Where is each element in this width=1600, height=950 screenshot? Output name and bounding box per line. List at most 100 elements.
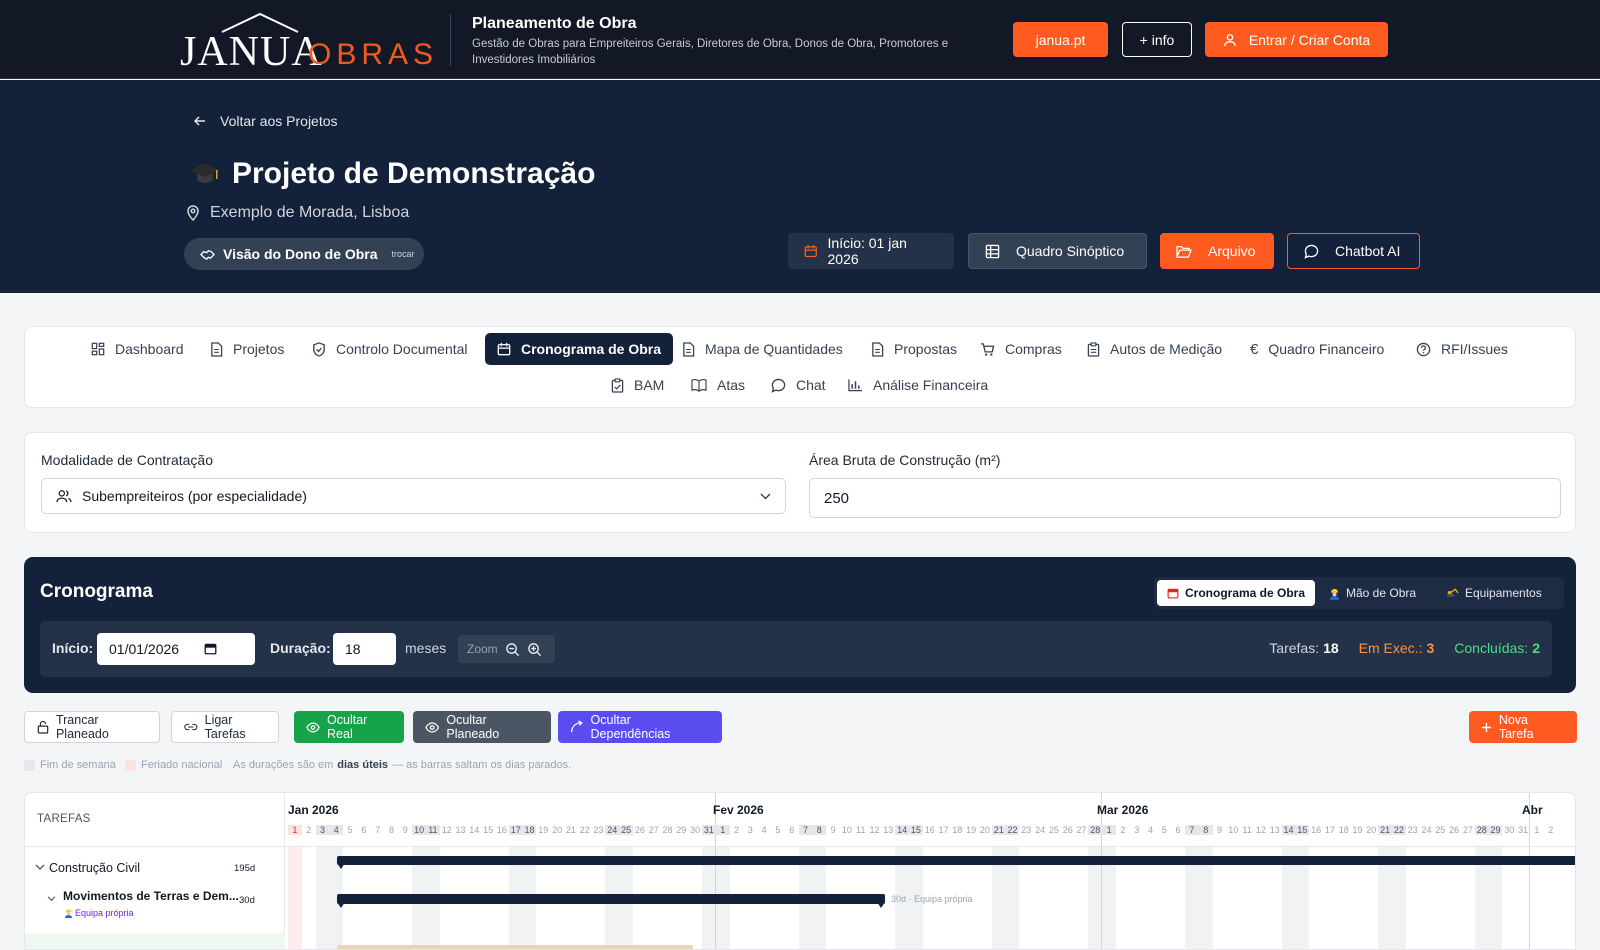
gantt-row-movimentos-terras[interactable]: Movimentos de Terras e Dem... Equipa pró… bbox=[45, 883, 293, 927]
ocultar-real-button[interactable]: Ocultar Real bbox=[294, 711, 404, 743]
ocultar-planeado-label: Ocultar Planeado bbox=[446, 713, 500, 741]
owner-view-toggle[interactable]: Visão do Dono de Obra trocar bbox=[184, 238, 424, 270]
duration-input[interactable]: 18 bbox=[333, 633, 396, 665]
tab-label: Propostas bbox=[894, 341, 958, 357]
task-name: Movimentos de Terras e Dem... bbox=[63, 889, 239, 903]
ocultar-dependencias-button[interactable]: Ocultar Dependências bbox=[558, 711, 722, 743]
tab-label: Controlo Documental bbox=[336, 341, 468, 357]
trancar-label: Trancar Planeado bbox=[55, 713, 109, 741]
tab-propostas[interactable]: Propostas bbox=[859, 333, 969, 365]
modalidade-select[interactable]: Subempreiteiros (por especialidade) bbox=[41, 478, 786, 514]
info-button[interactable]: + info bbox=[1122, 22, 1192, 57]
project-title: Projeto de Demonstração bbox=[190, 157, 595, 191]
tab-controlo-documental[interactable]: Controlo Documental bbox=[300, 333, 480, 365]
day-number: 25 bbox=[619, 825, 633, 835]
day-number: 7 bbox=[1185, 825, 1199, 835]
chat-bubble-icon bbox=[1304, 244, 1319, 259]
legend-weekend: Fim de semana bbox=[24, 759, 116, 771]
day-number: 11 bbox=[856, 825, 866, 835]
cronograma-view-switch: Cronograma de Obra Mão de Obra Equipamen… bbox=[1154, 577, 1564, 609]
day-number: 2 bbox=[1120, 825, 1126, 835]
tab-mapa-de-quantidades[interactable]: Mapa de Quantidades bbox=[670, 333, 855, 365]
start-date-chip: Início: 01 jan 2026 bbox=[788, 233, 954, 269]
bar-label: 30d · Equipa própria bbox=[891, 894, 973, 904]
folder-open-icon bbox=[1176, 246, 1192, 258]
day-number: 27 bbox=[1076, 825, 1087, 835]
tab-compras[interactable]: Compras bbox=[968, 333, 1074, 365]
view-label: Equipamentos bbox=[1465, 586, 1542, 600]
owner-view-switch[interactable]: trocar bbox=[392, 249, 415, 259]
calendar-icon[interactable] bbox=[204, 642, 217, 655]
legend-note-pre: As durações são em bbox=[233, 759, 334, 771]
map-pin-icon bbox=[187, 205, 199, 221]
chatbot-button[interactable]: Chatbot AI bbox=[1287, 233, 1420, 269]
chevron-down-icon[interactable] bbox=[35, 864, 45, 871]
nova-tarefa-button[interactable]: Nova Tarefa bbox=[1469, 711, 1577, 743]
cronograma-panel: Cronograma Cronograma de Obra Mão de Obr… bbox=[24, 557, 1576, 693]
day-number: 5 bbox=[347, 825, 353, 835]
gantt-row-partial[interactable] bbox=[25, 933, 285, 949]
task-bar[interactable] bbox=[337, 894, 885, 904]
month-label: Fev 2026 bbox=[713, 803, 764, 817]
day-number: 7 bbox=[375, 825, 381, 835]
day-number: 24 bbox=[1035, 825, 1046, 835]
day-number: 18 bbox=[1338, 825, 1349, 835]
ligar-tarefas-button[interactable]: Ligar Tarefas bbox=[171, 711, 279, 743]
quadro-sinoptico-button[interactable]: Quadro Sinóptico bbox=[968, 233, 1147, 269]
day-number: 26 bbox=[1449, 825, 1460, 835]
legend-note: As durações são em dias úteis — as barra… bbox=[233, 759, 571, 771]
handshake-icon bbox=[200, 249, 215, 260]
chevron-down-icon[interactable] bbox=[47, 896, 56, 902]
legend-note-post: — as barras saltam os dias parados. bbox=[392, 759, 572, 771]
back-label: Voltar aos Projetos bbox=[220, 113, 338, 129]
day-number: 11 bbox=[1242, 825, 1252, 835]
start-date-input[interactable]: 01/01/2026 bbox=[97, 633, 255, 665]
login-button[interactable]: Entrar / Criar Conta bbox=[1205, 22, 1388, 57]
day-number: 1 bbox=[715, 825, 730, 835]
day-number: 19 bbox=[1352, 825, 1363, 835]
shield-check-icon bbox=[313, 341, 325, 357]
month-label: Jan 2026 bbox=[288, 803, 339, 817]
area-input[interactable]: 250 bbox=[809, 478, 1561, 518]
tab-analise-financeira[interactable]: Análise Financeira bbox=[836, 369, 1000, 401]
tab-quadro-financeiro[interactable]: € Quadro Financeiro bbox=[1238, 333, 1396, 365]
back-link[interactable]: Voltar aos Projetos bbox=[194, 113, 338, 129]
day-number: 21 bbox=[991, 825, 1006, 835]
tab-chat[interactable]: Chat bbox=[759, 369, 838, 401]
tab-autos-de-medicao[interactable]: Autos de Medição bbox=[1075, 333, 1234, 365]
trancar-planeado-button[interactable]: Trancar Planeado bbox=[24, 711, 160, 743]
tab-atas[interactable]: Atas bbox=[679, 369, 757, 401]
day-number: 11 bbox=[426, 825, 440, 835]
clipboard-icon bbox=[1087, 341, 1100, 357]
tab-bam[interactable]: BAM bbox=[599, 369, 676, 401]
janua-logo[interactable]: JANUA OBRAS bbox=[180, 12, 433, 75]
bar-chart-icon bbox=[848, 379, 863, 392]
tab-rfi-issues[interactable]: RFI/Issues bbox=[1404, 333, 1520, 365]
dependency-arrow-icon bbox=[571, 720, 583, 733]
tab-label: Análise Financeira bbox=[873, 377, 989, 393]
summary-bar[interactable] bbox=[337, 856, 1575, 865]
tab-projetos[interactable]: Projetos bbox=[198, 333, 296, 365]
day-number: 12 bbox=[869, 825, 880, 835]
gantt-chart: 1 2 3 4 5 6 7 8 9 10 11 12 13 14 15 16 17 18 19 20 21 22 23 24 2… bbox=[24, 792, 1576, 950]
view-mao-de-obra[interactable]: Mão de Obra bbox=[1319, 580, 1426, 606]
task-bar-partial[interactable] bbox=[337, 945, 693, 949]
project-title-text: Projeto de Demonstração bbox=[232, 157, 596, 190]
arquivo-button[interactable]: Arquivo bbox=[1160, 233, 1274, 269]
day-number: 9 bbox=[402, 825, 408, 835]
site-button[interactable]: janua.pt bbox=[1013, 22, 1108, 57]
tab-dashboard[interactable]: Dashboard bbox=[79, 333, 196, 365]
view-equipamentos[interactable]: Equipamentos bbox=[1436, 580, 1552, 606]
exec-label: Em Exec.: bbox=[1358, 640, 1423, 656]
day-number: 2 bbox=[1548, 825, 1554, 835]
tab-cronograma-de-obra[interactable]: Cronograma de Obra bbox=[485, 333, 674, 365]
euro-icon: € bbox=[1250, 340, 1259, 358]
exec-count: 3 bbox=[1426, 640, 1435, 656]
day-number: 13 bbox=[1269, 825, 1280, 835]
bar-start-marker bbox=[337, 863, 345, 869]
zoom-in-icon[interactable] bbox=[527, 642, 542, 657]
ocultar-planeado-button[interactable]: Ocultar Planeado bbox=[413, 711, 551, 743]
legend-holiday: Feriado nacional bbox=[125, 759, 222, 771]
zoom-out-icon[interactable] bbox=[505, 642, 520, 657]
view-cronograma-de-obra[interactable]: Cronograma de Obra bbox=[1157, 580, 1316, 606]
